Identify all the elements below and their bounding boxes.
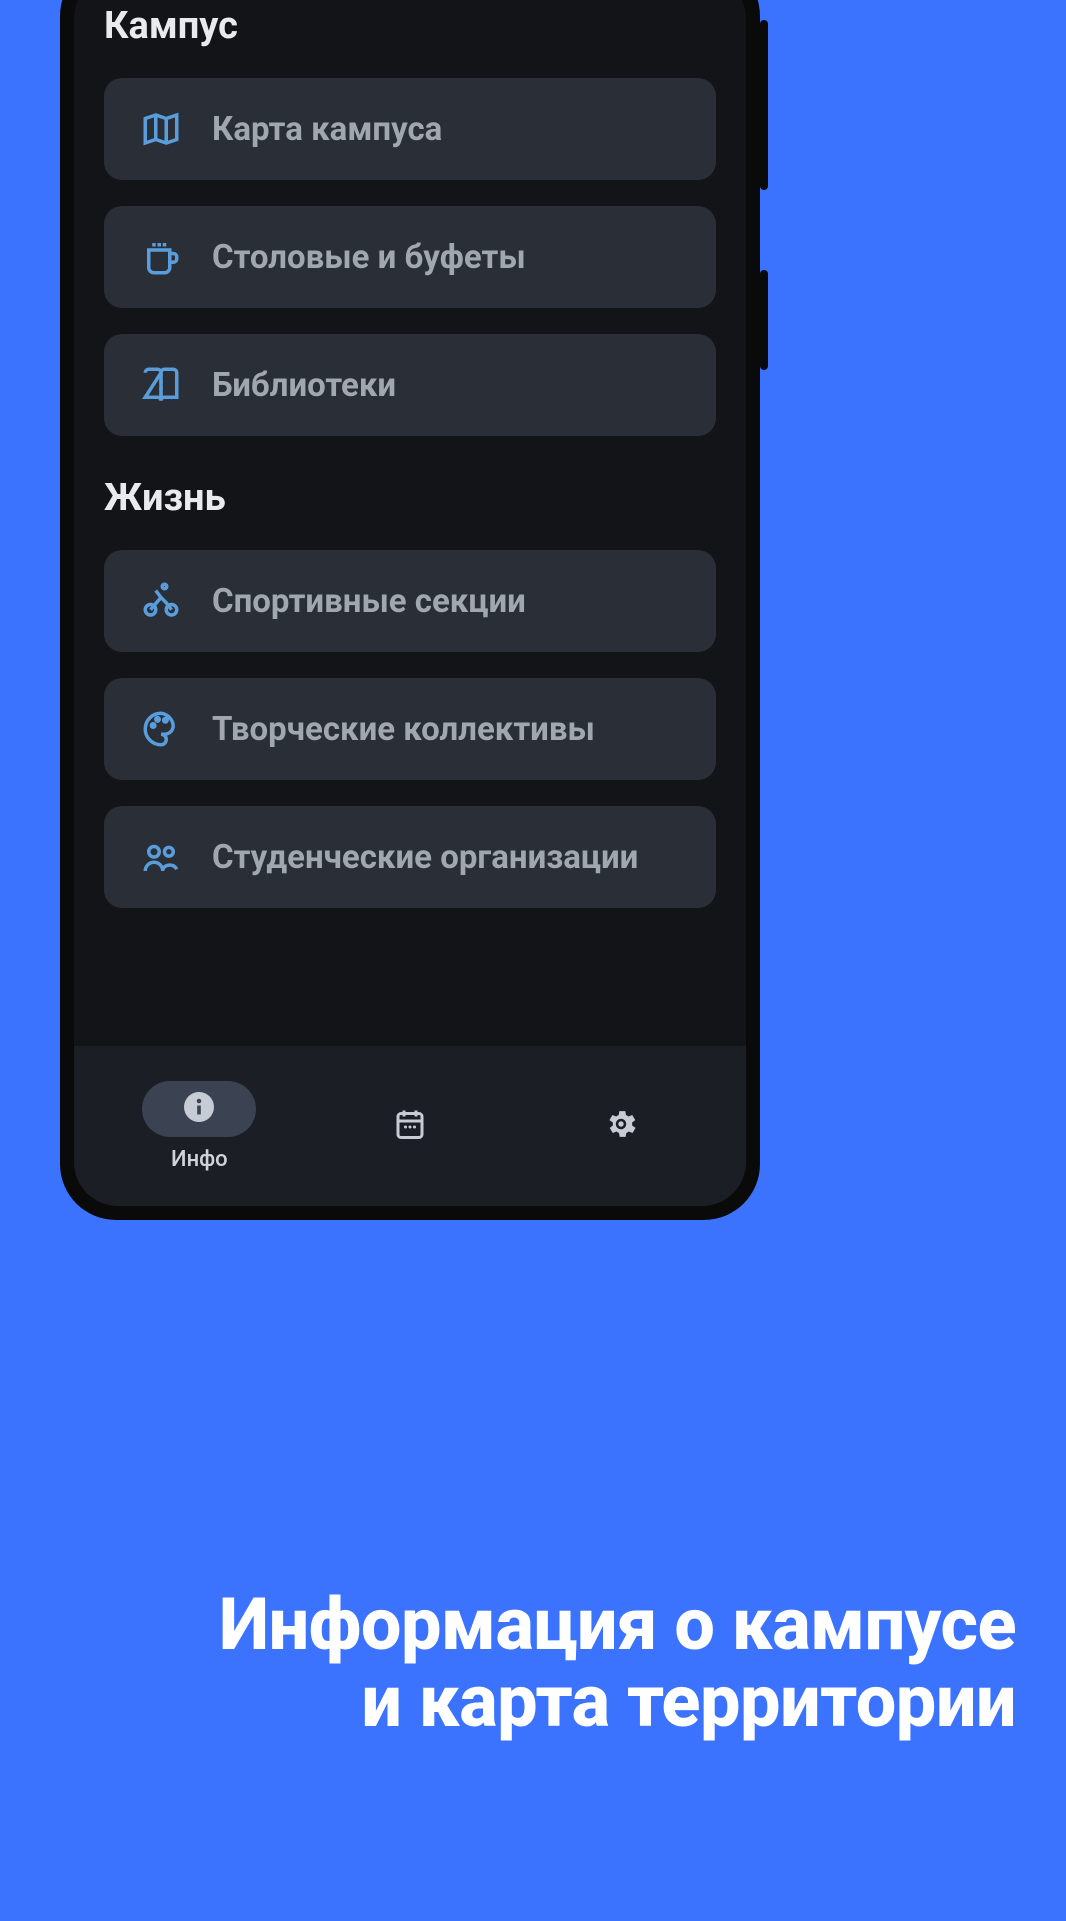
menu-item-campus-map[interactable]: Карта кампуса xyxy=(104,78,716,180)
phone-volume-button xyxy=(760,270,768,370)
palette-icon xyxy=(140,708,182,750)
menu-item-sports[interactable]: Спортивные секции xyxy=(104,550,716,652)
menu-item-student-orgs[interactable]: Студенческие организации xyxy=(104,806,716,908)
info-icon xyxy=(181,1089,217,1129)
content-area: Кампус Карта кампуса Столовые и буфеты Б… xyxy=(74,0,746,1046)
menu-item-canteens[interactable]: Столовые и буфеты xyxy=(104,206,716,308)
map-icon xyxy=(140,108,182,150)
section-title-life: Жизнь xyxy=(104,476,716,520)
book-icon xyxy=(140,364,182,406)
group-icon xyxy=(140,836,182,878)
section-title-campus: Кампус xyxy=(104,4,716,48)
cup-icon xyxy=(140,236,182,278)
nav-item-info[interactable]: Инфо xyxy=(94,1081,305,1172)
menu-label: Студенческие организации xyxy=(212,838,638,877)
nav-label: Инфо xyxy=(171,1147,228,1172)
nav-item-calendar[interactable] xyxy=(305,1098,516,1154)
menu-label: Карта кампуса xyxy=(212,110,442,149)
promo-caption: Информация о кампусе и карта территории xyxy=(0,1586,1066,1742)
phone-frame: Кампус Карта кампуса Столовые и буфеты Б… xyxy=(60,0,760,1220)
nav-item-settings[interactable] xyxy=(515,1098,726,1154)
menu-item-libraries[interactable]: Библиотеки xyxy=(104,334,716,436)
calendar-icon xyxy=(392,1106,428,1146)
menu-item-creative[interactable]: Творческие коллективы xyxy=(104,678,716,780)
menu-label: Столовые и буфеты xyxy=(212,238,526,277)
bottom-nav: Инфо xyxy=(74,1046,746,1206)
phone-power-button xyxy=(760,20,768,190)
caption-line2: и карта территории xyxy=(50,1663,1016,1741)
bike-icon xyxy=(140,580,182,622)
menu-label: Творческие коллективы xyxy=(212,710,595,749)
caption-line1: Информация о кампусе xyxy=(50,1586,1016,1664)
gear-icon xyxy=(603,1106,639,1146)
menu-label: Спортивные секции xyxy=(212,582,526,621)
phone-screen: Кампус Карта кампуса Столовые и буфеты Б… xyxy=(74,0,746,1206)
menu-label: Библиотеки xyxy=(212,366,396,405)
